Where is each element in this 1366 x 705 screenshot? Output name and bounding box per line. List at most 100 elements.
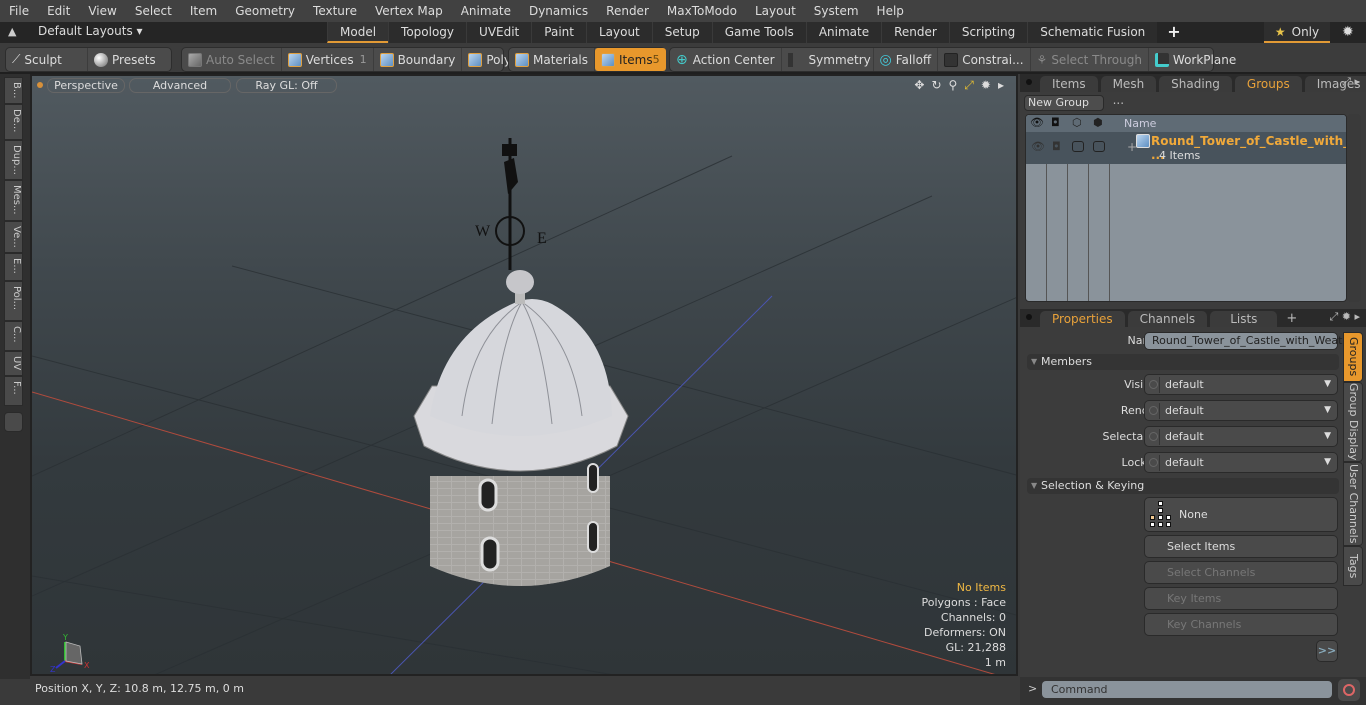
constraints-button[interactable]: Constrai... [938, 48, 1031, 71]
add-tab-button[interactable]: + [1157, 22, 1190, 43]
add-tab-icon[interactable]: + [1280, 311, 1303, 327]
left-tab-e[interactable]: E... [4, 253, 23, 281]
tab-uvedit[interactable]: UVEdit [466, 22, 532, 43]
falloff-button[interactable]: ◎ Falloff [874, 48, 939, 71]
group-row[interactable]: 👁 ◘ + Round_Tower_of_Castle_with_ ... 4 … [1026, 132, 1346, 164]
key-channels-button[interactable]: Key Channels [1144, 613, 1338, 636]
layout-dropdown[interactable]: Default Layouts ▾ [38, 24, 143, 38]
tab-shading[interactable]: Shading [1159, 76, 1232, 92]
more-button[interactable]: >> [1316, 640, 1338, 662]
constraint-icon [944, 52, 959, 67]
menu-select[interactable]: Select [126, 0, 181, 22]
workplane-button[interactable]: WorkPlane [1149, 48, 1242, 71]
name-input[interactable]: Round_Tower_of_Castle_with_Weath [1144, 332, 1349, 350]
tab-channels[interactable]: Channels [1127, 311, 1208, 327]
left-tab-c[interactable]: C... [4, 321, 23, 351]
tab-setup[interactable]: Setup [651, 22, 712, 43]
select-items-button[interactable]: Select Items [1144, 535, 1338, 558]
tab-items[interactable]: Items [1040, 76, 1098, 92]
none-button[interactable]: None [1144, 497, 1338, 532]
auto-select-button[interactable]: Auto Select [182, 48, 282, 71]
menu-item[interactable]: Item [181, 0, 226, 22]
boundary-button[interactable]: Boundary [374, 48, 463, 71]
menu-dynamics[interactable]: Dynamics [520, 0, 597, 22]
tab-lists[interactable]: Lists [1210, 311, 1278, 327]
select-through-button[interactable]: ⚘ Select Through [1031, 48, 1149, 71]
menu-maxtomodo[interactable]: MaxToModo [658, 0, 746, 22]
left-tab-uv[interactable]: UV [4, 351, 23, 376]
maximize-gear-icon[interactable]: ⤢ ✹ ▸ [1329, 310, 1360, 324]
menu-help[interactable]: Help [868, 0, 913, 22]
tab-mesh[interactable]: Mesh ... [1100, 76, 1157, 107]
visibility-icon[interactable]: 👁 [1031, 140, 1045, 153]
left-tab-f[interactable]: F... [4, 376, 23, 406]
select-toggle[interactable] [1072, 141, 1084, 152]
left-tab-de[interactable]: De... [4, 104, 23, 140]
selection-keying-section[interactable]: ▼ Selection & Keying [1027, 478, 1339, 494]
action-center-button[interactable]: ⊕ Action Center [670, 48, 782, 71]
menu-vertex-map[interactable]: Vertex Map [366, 0, 452, 22]
left-tab-ve[interactable]: Ve... [4, 221, 23, 253]
menu-view[interactable]: View [79, 0, 125, 22]
tab-scripting[interactable]: Scripting [948, 22, 1028, 43]
menu-file[interactable]: File [0, 0, 38, 22]
selectable-dropdown[interactable]: default ▼ [1144, 426, 1338, 447]
render-dropdown[interactable]: default ▼ [1144, 400, 1338, 421]
command-input[interactable]: Command [1042, 681, 1332, 698]
visible-dropdown[interactable]: default ▼ [1144, 374, 1338, 395]
visibility-column-icon[interactable]: 👁 [1030, 116, 1044, 129]
groups-scrollbar[interactable] [1347, 114, 1361, 302]
tab-render[interactable]: Render [881, 22, 949, 43]
select-channels-button[interactable]: Select Channels [1144, 561, 1338, 584]
name-column-header[interactable]: Name [1124, 117, 1156, 130]
record-button[interactable] [1338, 679, 1360, 701]
side-tab-groups[interactable]: Groups [1343, 332, 1363, 382]
only-button[interactable]: ★ Only [1264, 22, 1330, 43]
menu-geometry[interactable]: Geometry [226, 0, 304, 22]
items-button[interactable]: Items 5 [595, 48, 666, 71]
side-tab-group-display[interactable]: Group Display [1343, 382, 1363, 462]
3d-viewport[interactable]: Perspective Advanced Ray GL: Off ✥ ↻ ⚲ ⤢… [30, 74, 1018, 676]
side-tab-user-channels[interactable]: User Channels [1343, 462, 1363, 546]
tab-paint[interactable]: Paint [531, 22, 586, 43]
left-tab-b[interactable]: B... [4, 77, 23, 104]
tab-topology[interactable]: Topology [388, 22, 467, 43]
members-section[interactable]: ▼ Members [1027, 354, 1339, 370]
lock-column-icon[interactable]: ⬢ [1093, 116, 1103, 129]
menu-layout[interactable]: Layout [746, 0, 805, 22]
key-items-button[interactable]: Key Items [1144, 587, 1338, 610]
tab-layout[interactable]: Layout [585, 22, 652, 43]
tab-properties[interactable]: Properties [1040, 311, 1125, 327]
tab-game-tools[interactable]: Game Tools [711, 22, 806, 43]
tab-animate[interactable]: Animate [805, 22, 882, 43]
panel-options-dot[interactable] [1026, 79, 1032, 85]
left-tab-pol[interactable]: Pol... [4, 281, 23, 321]
side-tab-tags[interactable]: Tags [1343, 546, 1363, 586]
gear-icon[interactable]: ✹ [1342, 24, 1354, 40]
left-tab-dup[interactable]: Dup... [4, 140, 23, 180]
collapse-up-icon[interactable]: ▲ [8, 25, 16, 38]
tab-schematic-fusion[interactable]: Schematic Fusion [1027, 22, 1158, 43]
menu-system[interactable]: System [805, 0, 868, 22]
tab-groups[interactable]: Groups [1234, 76, 1302, 92]
menu-edit[interactable]: Edit [38, 0, 79, 22]
select-column-icon[interactable]: ⬡ [1072, 116, 1082, 129]
left-tab-extra[interactable] [4, 412, 23, 432]
tab-model[interactable]: Model [327, 22, 389, 43]
left-tab-mes[interactable]: Mes... [4, 180, 23, 221]
presets-button[interactable]: Presets [88, 48, 162, 71]
menu-texture[interactable]: Texture [304, 0, 366, 22]
locked-dropdown[interactable]: default ▼ [1144, 452, 1338, 473]
menu-render[interactable]: Render [597, 0, 658, 22]
menu-animate[interactable]: Animate [452, 0, 520, 22]
new-group-button[interactable]: New Group [1024, 95, 1104, 111]
render-column-icon[interactable]: ◘ [1051, 116, 1060, 129]
symmetry-button[interactable]: Symmetry [782, 48, 874, 71]
materials-button[interactable]: Materials [509, 48, 596, 71]
render-toggle-icon[interactable]: ◘ [1052, 140, 1061, 153]
maximize-icon[interactable]: ⤢ ▸ [1342, 75, 1360, 89]
sculpt-button[interactable]: ⟋ Sculpt [6, 48, 88, 71]
vertices-button[interactable]: Vertices 1 [282, 48, 374, 71]
lock-toggle[interactable] [1093, 141, 1105, 152]
panel-options-dot[interactable] [1026, 314, 1032, 320]
